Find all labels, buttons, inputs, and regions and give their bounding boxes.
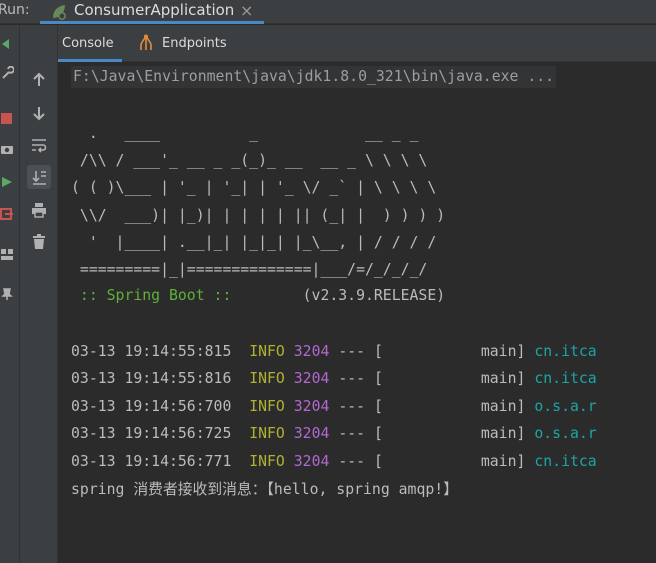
log-timestamp: 03-13 19:14:56:725 (71, 425, 232, 442)
print-icon (32, 203, 46, 218)
console-output[interactable]: F:\Java\Environment\java\jdk1.8.0_321\bi… (58, 62, 656, 563)
endpoints-icon (140, 34, 152, 50)
exit-icon[interactable] (0, 207, 14, 221)
down-button[interactable] (27, 101, 51, 125)
clear-button[interactable] (27, 230, 51, 254)
rerun-icon[interactable] (0, 37, 14, 51)
log-thread: [ main] (373, 425, 526, 442)
log-logger: cn.itca (534, 370, 597, 387)
stop-icon[interactable] (0, 111, 14, 125)
log-row: 03-13 19:14:55:815 INFO 3204 --- [ main]… (71, 338, 597, 365)
log-pid: 3204 (293, 343, 330, 360)
log-separator: --- (338, 453, 366, 470)
log-logger: o.s.a.r (534, 398, 597, 415)
pin-icon[interactable] (0, 287, 14, 301)
log-row: 03-13 19:14:56:725 INFO 3204 --- [ main]… (71, 420, 597, 447)
up-button[interactable] (27, 68, 51, 92)
log-level: INFO (249, 425, 285, 442)
log-thread: [ main] (373, 343, 526, 360)
log-logger: cn.itca (534, 343, 597, 360)
arrow-up-icon (33, 72, 45, 86)
log-pid: 3204 (293, 453, 330, 470)
log-separator: --- (338, 370, 366, 387)
coverage-icon[interactable] (0, 175, 14, 189)
log-row: 03-13 19:14:56:700 INFO 3204 --- [ main]… (71, 393, 597, 420)
run-tab-consumer-application[interactable]: ConsumerApplication × (40, 0, 264, 24)
log-level: INFO (249, 453, 285, 470)
run-tab-title: ConsumerApplication (74, 1, 235, 19)
log-separator: --- (338, 343, 366, 360)
log-thread: [ main] (373, 398, 526, 415)
log-timestamp: 03-13 19:14:55:815 (71, 343, 232, 360)
wrench-icon[interactable] (0, 66, 14, 80)
log-separator: --- (338, 398, 366, 415)
log-thread: [ main] (373, 370, 526, 387)
close-icon[interactable]: × (240, 1, 253, 20)
spring-boot-version: (v2.3.9.RELEASE) (240, 287, 446, 304)
log-pid: 3204 (293, 370, 330, 387)
log-row: 03-13 19:14:55:816 INFO 3204 --- [ main]… (71, 365, 597, 392)
log-pid: 3204 (293, 425, 330, 442)
log-logger: o.s.a.r (534, 425, 597, 442)
layout-icon[interactable] (0, 247, 14, 261)
camera-icon[interactable] (0, 142, 14, 156)
run-subtabs: Console Endpoints (20, 25, 656, 62)
tab-endpoints[interactable]: Endpoints (136, 25, 236, 62)
scroll-to-end-button[interactable] (27, 165, 51, 189)
log-pid: 3204 (293, 398, 330, 415)
soft-wrap-icon (32, 139, 47, 153)
print-button[interactable] (27, 198, 51, 222)
scroll-to-end-icon (32, 171, 46, 185)
tab-endpoints-label: Endpoints (162, 36, 227, 51)
arrow-down-icon (33, 107, 45, 121)
run-toolbar: Run: ConsumerApplication × (0, 0, 656, 24)
tab-console-label: Console (62, 36, 114, 51)
consumer-message: spring 消费者接收到消息：【hello, spring amqp!】 (71, 481, 458, 498)
spring-banner: . ____ _ __ _ _ /\\ / ___'_ __ _ _(_)_ _… (71, 125, 446, 279)
log-level: INFO (249, 343, 285, 360)
log-timestamp: 03-13 19:14:56:700 (71, 398, 232, 415)
left-action-strip (0, 25, 20, 563)
log-thread: [ main] (373, 453, 526, 470)
log-timestamp: 03-13 19:14:55:816 (71, 370, 232, 387)
command-line[interactable]: F:\Java\Environment\java\jdk1.8.0_321\bi… (71, 66, 557, 88)
spring-boot-label: :: Spring Boot :: (71, 287, 241, 304)
log-level: INFO (249, 370, 285, 387)
trash-icon (33, 234, 45, 249)
spring-boot-line: :: Spring Boot :: (v2.3.9.RELEASE) (71, 284, 445, 308)
log-level: INFO (249, 398, 285, 415)
spring-leaf-icon (53, 5, 66, 20)
log-timestamp: 03-13 19:14:56:771 (71, 453, 232, 470)
soft-wrap-button[interactable] (27, 133, 51, 157)
log-row: 03-13 19:14:56:771 INFO 3204 --- [ main]… (71, 448, 597, 475)
run-label: Run: (0, 2, 30, 18)
log-logger: cn.itca (534, 453, 597, 470)
log-separator: --- (338, 425, 366, 442)
console-toolbar (20, 25, 58, 563)
